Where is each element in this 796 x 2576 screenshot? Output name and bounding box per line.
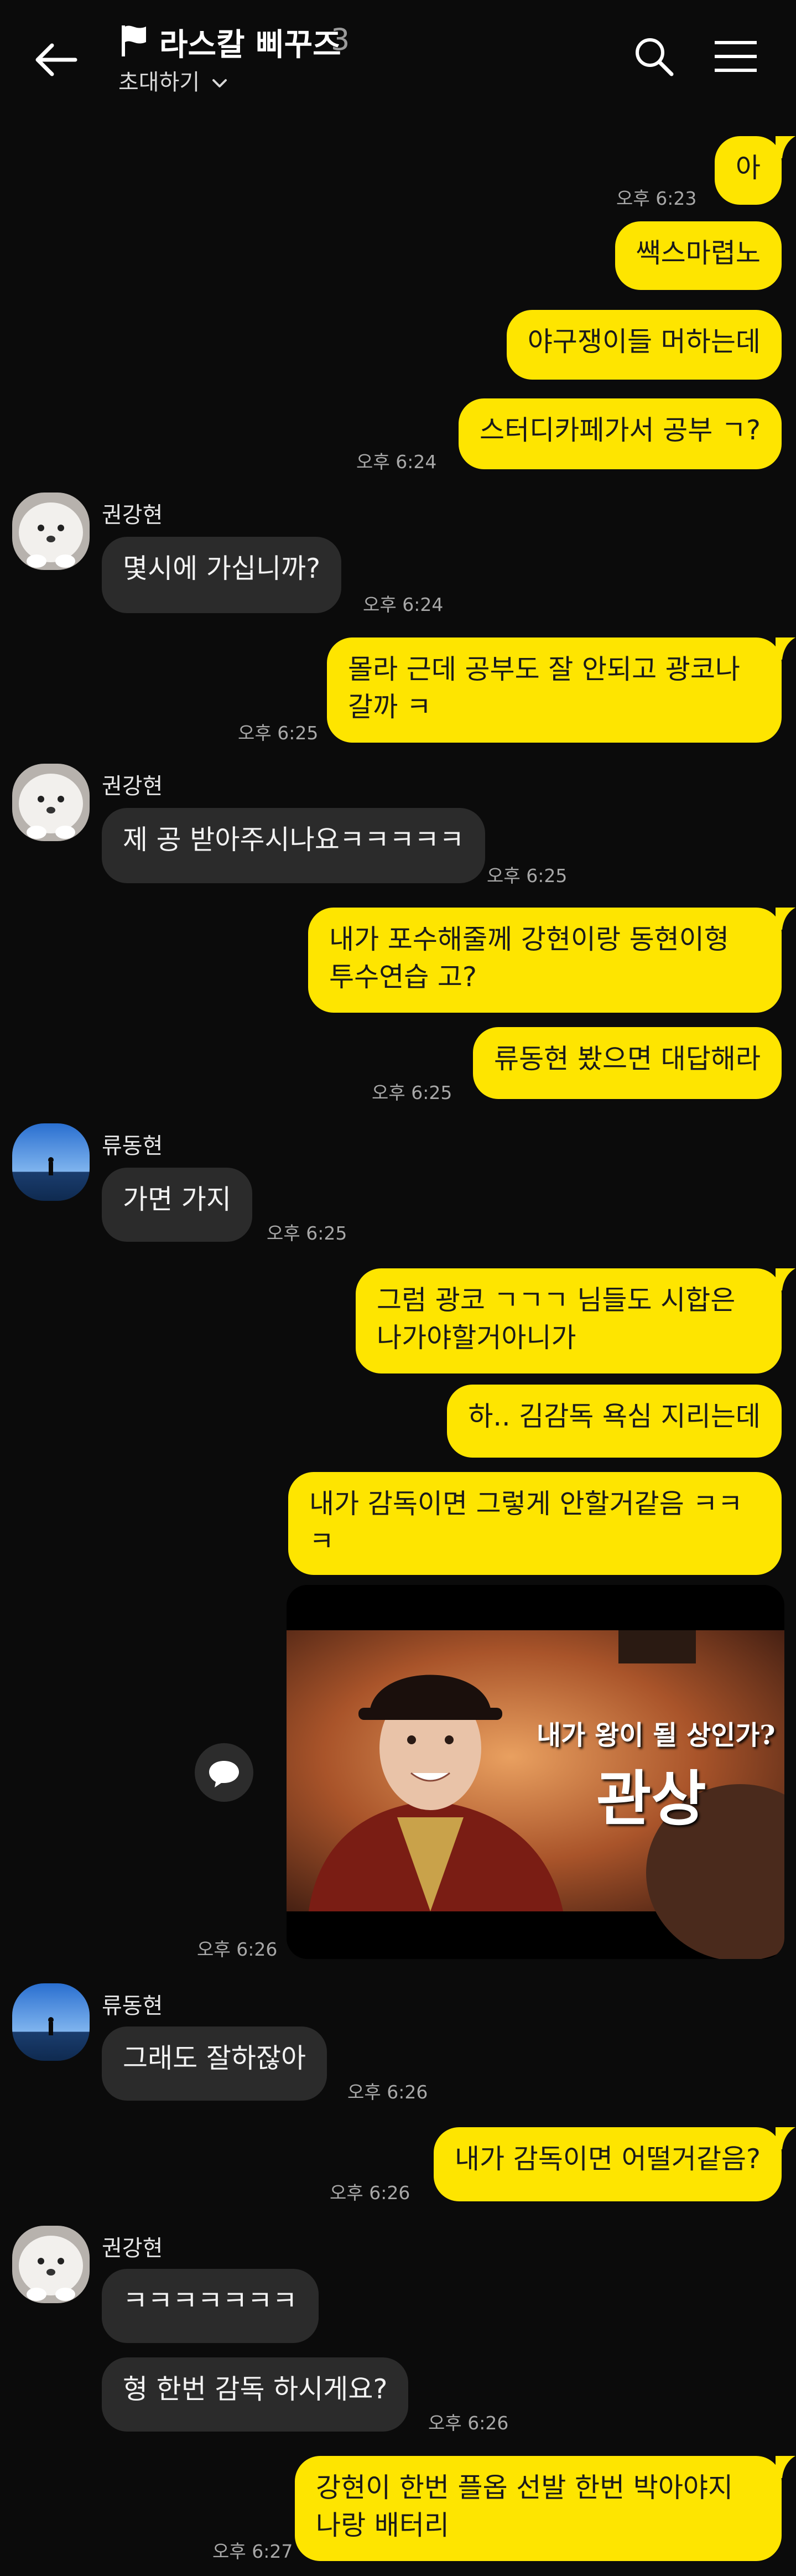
chat-header: 라스칼 삐꾸즈 3 초대하기 [0, 0, 796, 105]
message-time: 오후 6:26 [330, 2182, 410, 2204]
my-message-bubble[interactable]: 내가 감독이면 어떨거같음? [433, 2127, 782, 2201]
bubble-tail [776, 1268, 795, 1290]
my-message-bubble[interactable]: 야구쟁이들 머하는데 [506, 310, 782, 380]
message-time: 오후 6:24 [363, 594, 444, 615]
sender-name: 류동현 [102, 1133, 163, 1159]
flag-icon [118, 23, 149, 59]
message-time: 오후 6:24 [356, 451, 437, 473]
my-message-bubble[interactable]: 스터디카페가서 공부 ㄱ? [459, 398, 782, 469]
share-button[interactable] [195, 1743, 253, 1802]
message-time: 오후 6:26 [428, 2412, 509, 2434]
their-message-bubble[interactable]: ㅋㅋㅋㅋㅋㅋㅋ [102, 2269, 319, 2343]
bubble-tail [776, 637, 795, 660]
message-time: 오후 6:25 [267, 1222, 347, 1244]
back-button[interactable] [30, 33, 83, 86]
my-message-bubble[interactable]: 몰라 근데 공부도 잘 안되고 광코나 갈까 ㅋ [327, 637, 782, 743]
invite-label: 초대하기 [118, 70, 200, 95]
message-time: 오후 6:25 [238, 722, 319, 744]
bubble-tail [776, 2456, 795, 2478]
avatar-ryu[interactable] [12, 1983, 90, 2061]
my-message-bubble[interactable]: 내가 포수해줄께 강현이랑 동현이형 투수연습 고? [308, 908, 782, 1013]
their-message-bubble[interactable]: 가면 가지 [102, 1168, 252, 1242]
my-message-bubble[interactable]: 내가 감독이면 그렇게 안할거같음 ㅋㅋ ㅋ [288, 1472, 782, 1575]
avatar-kwon[interactable] [12, 764, 90, 841]
message-time: 오후 6:27 [212, 2541, 293, 2562]
my-message-bubble[interactable]: 그럼 광코 ㄱㄱㄱ 님들도 시합은 나가야할거아니가 [356, 1268, 782, 1373]
search-icon [636, 38, 674, 76]
my-message-bubble[interactable]: 류동현 봤으면 대답해라 [473, 1027, 782, 1099]
movie-poster-image [287, 1585, 784, 1959]
member-count: 3 [331, 22, 350, 57]
message-time: 오후 6:26 [197, 1939, 278, 1960]
image-caption-line1: 내가 왕이 될 상인가? [537, 1720, 776, 1751]
hamburger-menu-icon [715, 41, 757, 72]
bubble-tail [776, 2127, 795, 2149]
avatar-kwon[interactable] [12, 2226, 90, 2303]
message-time: 오후 6:25 [487, 865, 568, 887]
message-time: 오후 6:26 [347, 2081, 428, 2103]
sender-name: 류동현 [102, 1993, 163, 2019]
my-message-bubble[interactable]: 아 [714, 136, 782, 205]
my-message-bubble[interactable]: 쌕스마렵노 [615, 221, 782, 290]
back-arrow-icon [35, 43, 77, 76]
their-message-bubble[interactable]: 제 공 받아주시나요ㅋㅋㅋㅋㅋ [102, 808, 486, 883]
chevron-down-icon [212, 79, 227, 87]
image-caption-line2: 관상 [596, 1764, 706, 1834]
sender-name: 권강현 [102, 774, 163, 799]
avatar-kwon[interactable] [12, 493, 90, 570]
sender-name: 권강현 [102, 2236, 163, 2261]
room-title[interactable]: 라스칼 삐꾸즈 [159, 20, 341, 65]
share-icon [209, 1761, 239, 1787]
my-message-bubble[interactable]: 강현이 한번 플옵 선발 한번 박아야지 나랑 배터리 [295, 2456, 782, 2561]
bubble-tail [776, 136, 795, 158]
avatar-ryu[interactable] [12, 1123, 90, 1201]
sender-name: 권강현 [102, 502, 163, 528]
invite-button[interactable]: 초대하기 [118, 64, 229, 96]
their-message-bubble[interactable]: 형 한번 감독 하시게요? [102, 2357, 409, 2432]
search-button[interactable] [632, 34, 676, 79]
bubble-tail [776, 908, 795, 930]
chat-screen: 라스칼 삐꾸즈 3 초대하기 아 오후 6:23 쌕스마렵노 야구쟁이들 머하는… [0, 0, 796, 2576]
message-time: 오후 6:25 [372, 1082, 452, 1103]
image-message[interactable]: 내가 왕이 될 상인가? 관상 [287, 1585, 784, 1959]
message-time: 오후 6:23 [616, 188, 697, 209]
their-message-bubble[interactable]: 몇시에 가십니까? [102, 537, 342, 613]
their-message-bubble[interactable]: 그래도 잘하잖아 [102, 2026, 327, 2101]
menu-button[interactable] [714, 37, 758, 76]
my-message-bubble[interactable]: 하.. 김감독 욕심 지리는데 [447, 1385, 782, 1458]
